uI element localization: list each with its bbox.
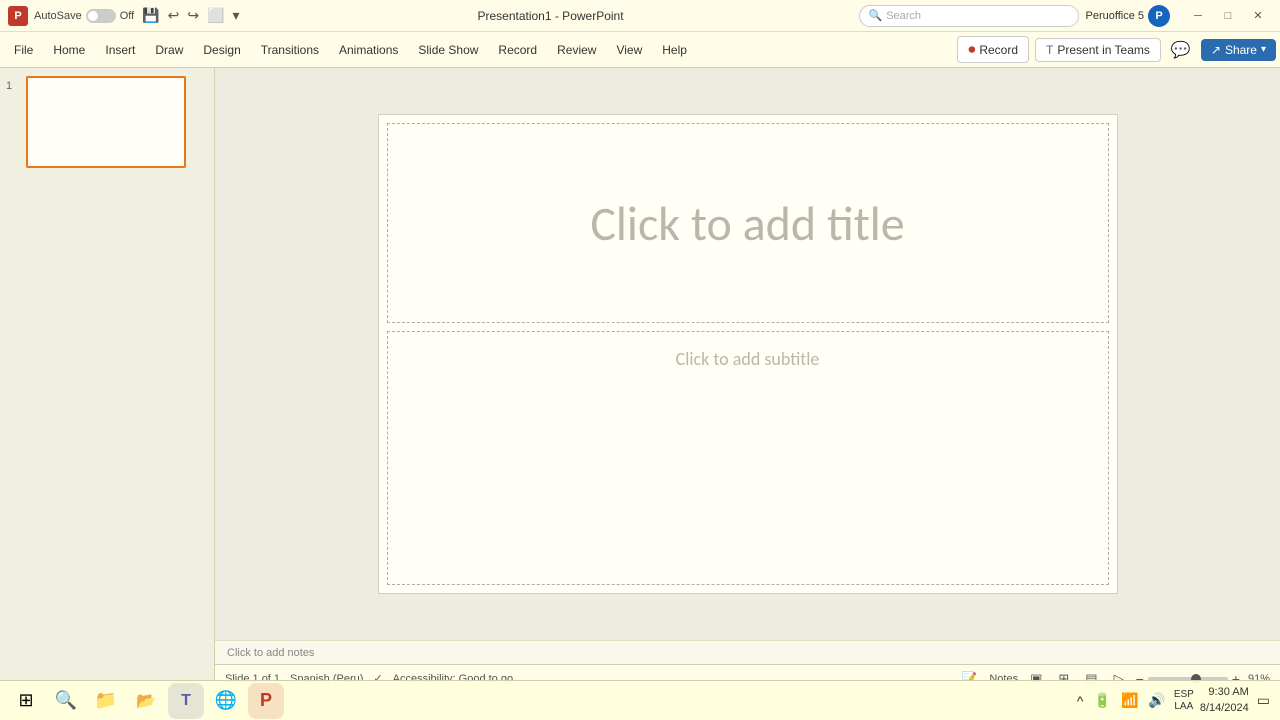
tab-animations[interactable]: Animations	[329, 37, 408, 63]
toolbar-icons: 💾 ↩ ↪ ⬜ ▾	[140, 5, 241, 26]
tray-wifi-icon: 📶	[1119, 690, 1140, 711]
taskbar-chrome-button[interactable]: 🌐	[208, 683, 244, 719]
main-area: 1 Click to add title Click to add subtit…	[0, 68, 1280, 692]
slide-number: 1	[6, 80, 20, 92]
ribbon: File Home Insert Draw Design Transitions…	[0, 32, 1280, 68]
taskbar-right: ^ 🔋 📶 🔊 ESPLAA 9:30 AM 8/14/2024 ▭	[1075, 685, 1272, 716]
search-bar[interactable]: 🔍 Search	[859, 5, 1079, 27]
language-indicator: ESPLAA	[1174, 689, 1194, 713]
show-desktop-icon[interactable]: ▭	[1255, 690, 1272, 711]
tray-chevron-icon[interactable]: ^	[1075, 691, 1086, 711]
title-bar: P AutoSave Off 💾 ↩ ↪ ⬜ ▾ Presentation1 -…	[0, 0, 1280, 32]
taskbar-files-button[interactable]: 📁	[88, 683, 124, 719]
tab-view[interactable]: View	[606, 37, 652, 63]
taskbar-teams-icon: T	[181, 692, 191, 710]
share-icon: ↗	[1211, 43, 1221, 57]
window-title: Presentation1 - PowerPoint	[248, 9, 854, 23]
notes-bar[interactable]: Click to add notes	[215, 640, 1280, 664]
tray-battery-icon: 🔋	[1092, 690, 1113, 711]
more-icon[interactable]: ▾	[231, 5, 242, 26]
present-icon[interactable]: ⬜	[205, 5, 226, 26]
slide-canvas: Click to add title Click to add subtitle	[378, 114, 1118, 594]
tab-help[interactable]: Help	[652, 37, 697, 63]
teams-icon: T	[1046, 43, 1053, 57]
title-placeholder[interactable]: Click to add title	[387, 123, 1109, 323]
taskbar-chrome-icon: 🌐	[215, 690, 237, 711]
start-button[interactable]: ⊞	[8, 683, 44, 719]
taskbar-explorer-icon: 📂	[136, 691, 156, 711]
tab-file[interactable]: File	[4, 37, 43, 63]
tab-record[interactable]: Record	[488, 37, 547, 63]
tab-draw[interactable]: Draw	[145, 37, 193, 63]
slide-panel: 1	[0, 68, 215, 692]
tab-slideshow[interactable]: Slide Show	[408, 37, 488, 63]
user-avatar[interactable]: P	[1148, 5, 1170, 27]
taskbar: ⊞ 🔍 📁 📂 T 🌐 P ^ 🔋 📶 🔊 ESPLAA 9:30 AM 8/1…	[0, 680, 1280, 720]
canvas-wrapper: Click to add title Click to add subtitle…	[215, 68, 1280, 692]
close-button[interactable]: ✕	[1244, 6, 1272, 26]
clock-time: 9:30 AM	[1200, 685, 1249, 700]
tray-area: ^ 🔋 📶 🔊 ESPLAA	[1075, 689, 1194, 713]
search-icon: 🔍	[868, 9, 882, 22]
redo-icon[interactable]: ↪	[185, 5, 201, 26]
window-controls: ─ □ ✕	[1184, 6, 1272, 26]
taskbar-explorer-button[interactable]: 📂	[128, 683, 164, 719]
save-icon[interactable]: 💾	[140, 5, 161, 26]
user-area: Peruoffice 5 P	[1085, 5, 1170, 27]
ribbon-right-actions: ⏺ Record T Present in Teams 💬 ↗ Share ▾	[957, 36, 1276, 64]
tab-design[interactable]: Design	[193, 37, 250, 63]
tab-transitions[interactable]: Transitions	[251, 37, 329, 63]
record-dot-icon: ⏺	[968, 41, 975, 58]
undo-icon[interactable]: ↩	[166, 5, 182, 26]
share-dropdown-icon: ▾	[1261, 44, 1266, 55]
system-clock[interactable]: 9:30 AM 8/14/2024	[1200, 685, 1249, 716]
notes-placeholder: Click to add notes	[227, 647, 314, 659]
tab-insert[interactable]: Insert	[95, 37, 145, 63]
taskbar-files-icon: 📁	[95, 690, 117, 711]
taskbar-search-button[interactable]: 🔍	[48, 683, 84, 719]
search-placeholder: Search	[886, 10, 921, 22]
maximize-button[interactable]: □	[1214, 6, 1242, 26]
start-icon: ⊞	[18, 690, 33, 711]
toggle-state: Off	[120, 10, 134, 22]
record-button[interactable]: ⏺ Record	[957, 36, 1029, 63]
app-icon: P	[8, 6, 28, 26]
autosave-toggle[interactable]	[86, 9, 116, 23]
autosave-label: AutoSave	[34, 10, 82, 22]
taskbar-teams-button[interactable]: T	[168, 683, 204, 719]
taskbar-search-icon: 🔍	[55, 690, 77, 711]
share-button[interactable]: ↗ Share ▾	[1201, 39, 1276, 61]
tab-home[interactable]: Home	[43, 37, 95, 63]
canvas-area: Click to add title Click to add subtitle	[215, 68, 1280, 640]
taskbar-ppt-button[interactable]: P	[248, 683, 284, 719]
taskbar-ppt-icon: P	[260, 690, 272, 711]
user-name: Peruoffice 5	[1085, 10, 1144, 22]
tab-review[interactable]: Review	[547, 37, 606, 63]
autosave-area: AutoSave Off	[34, 9, 134, 23]
slide-thumb-container: 1	[6, 76, 208, 168]
minimize-button[interactable]: ─	[1184, 6, 1212, 26]
present-in-teams-button[interactable]: T Present in Teams	[1035, 38, 1161, 62]
tray-volume-icon[interactable]: 🔊	[1146, 690, 1167, 711]
slide-thumbnail[interactable]	[26, 76, 186, 168]
clock-date: 8/14/2024	[1200, 701, 1249, 716]
subtitle-placeholder[interactable]: Click to add subtitle	[387, 331, 1109, 585]
comment-button[interactable]: 💬	[1167, 36, 1195, 64]
